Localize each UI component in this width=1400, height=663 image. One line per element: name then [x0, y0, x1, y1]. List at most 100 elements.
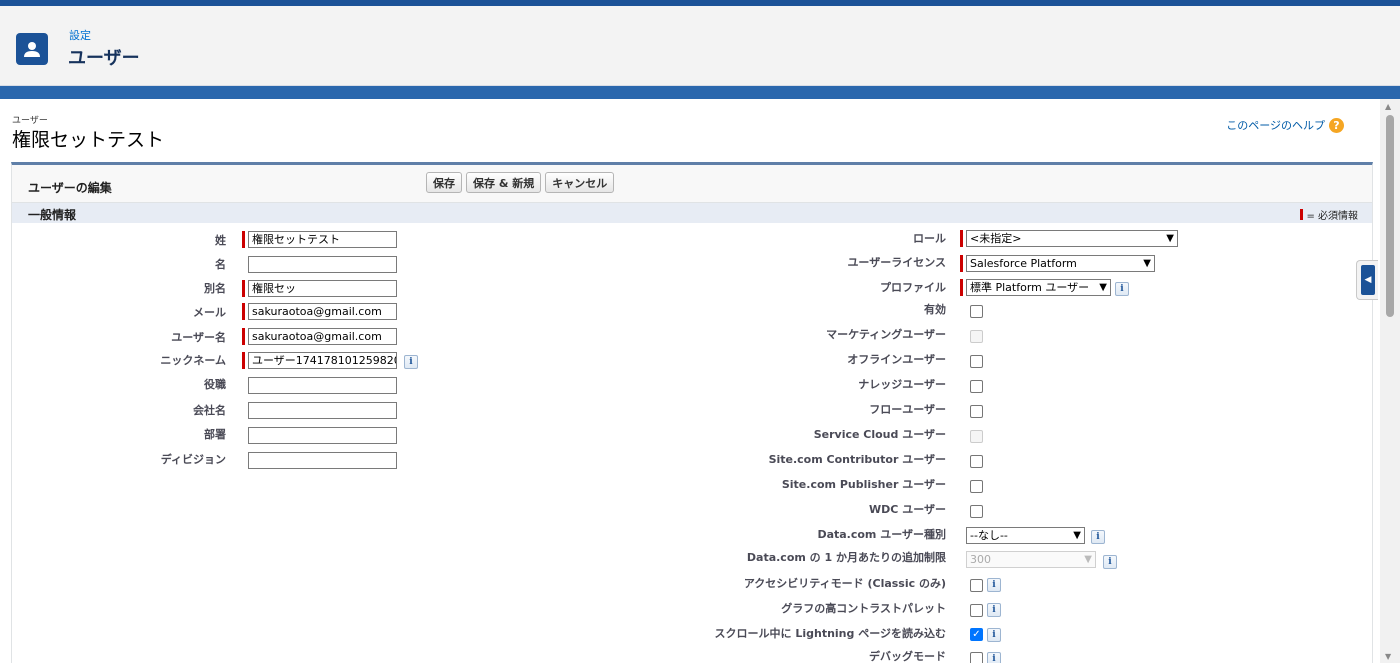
save-button[interactable]: 保存	[426, 172, 462, 193]
debug-mode-checkbox[interactable]	[970, 652, 983, 663]
last-name-label: 姓	[215, 234, 226, 247]
accessibility-mode-checkbox[interactable]	[970, 579, 983, 592]
required-marker	[242, 328, 245, 345]
service-cloud-user-checkbox	[970, 430, 983, 443]
required-marker	[1300, 209, 1304, 220]
info-icon[interactable]: i	[987, 628, 1001, 642]
datacom-limit-select-value: 300	[970, 553, 991, 566]
required-marker	[242, 303, 245, 320]
help-link-label[interactable]: このページのヘルプ	[1226, 117, 1325, 133]
required-legend: = 必須情報	[1300, 207, 1358, 222]
company-field[interactable]	[248, 402, 397, 419]
info-icon[interactable]: i	[987, 578, 1001, 592]
email-field[interactable]: sakuraotoa@gmail.com	[248, 303, 397, 320]
datacom-limit-label: Data.com の 1 か月あたりの追加制限	[746, 551, 946, 564]
info-icon[interactable]: i	[404, 355, 418, 369]
title-field[interactable]	[248, 377, 397, 394]
info-icon[interactable]: i	[1103, 555, 1117, 569]
role-label: ロール	[913, 232, 946, 245]
high-contrast-checkbox[interactable]	[970, 604, 983, 617]
info-icon[interactable]: i	[1115, 282, 1129, 296]
info-icon[interactable]: i	[987, 603, 1001, 617]
datacom-type-select-value: --なし--	[970, 529, 1008, 542]
username-label: ユーザー名	[171, 331, 226, 344]
required-legend-text: = 必須情報	[1306, 211, 1358, 222]
site-contributor-checkbox[interactable]	[970, 455, 983, 468]
marketing-user-label: マーケティングユーザー	[826, 328, 946, 341]
info-icon[interactable]: i	[1091, 530, 1105, 544]
section-title: 一般情報	[28, 208, 77, 222]
user-icon	[16, 33, 48, 65]
flow-user-label: フローユーザー	[869, 403, 946, 416]
department-field[interactable]	[248, 427, 397, 444]
department-label: 部署	[204, 428, 226, 441]
lightning-scroll-label: スクロール中に Lightning ページを読み込む	[714, 627, 947, 640]
save-new-button[interactable]: 保存 & 新規	[466, 172, 542, 193]
title-label: 役職	[204, 378, 226, 391]
chevron-down-icon: ▼	[1084, 554, 1092, 565]
scroll-down-icon[interactable]: ▼	[1385, 652, 1391, 661]
alias-label: 別名	[204, 282, 226, 295]
datacom-limit-select: 300 ▼	[966, 551, 1096, 568]
setup-header: 設定 ユーザー	[0, 6, 1400, 86]
active-checkbox[interactable]	[970, 305, 983, 318]
role-select-value: <未指定>	[970, 232, 1022, 245]
datacom-type-select[interactable]: --なし-- ▼	[966, 527, 1085, 544]
active-label: 有効	[924, 303, 946, 316]
side-panel-toggle[interactable]: ◀	[1356, 260, 1378, 300]
profile-select-value: 標準 Platform ユーザー	[970, 281, 1090, 294]
high-contrast-label: グラフの高コントラストパレット	[781, 602, 946, 615]
username-field[interactable]: sakuraotoa@gmail.com	[248, 328, 397, 345]
last-name-field[interactable]: 権限セットテスト	[248, 231, 397, 248]
alias-field[interactable]: 権限セッ	[248, 280, 397, 297]
knowledge-user-checkbox[interactable]	[970, 380, 983, 393]
chevron-down-icon: ▼	[1143, 258, 1151, 269]
flow-user-checkbox[interactable]	[970, 405, 983, 418]
info-icon[interactable]: i	[987, 652, 1001, 663]
help-link[interactable]: このページのヘルプ ?	[1226, 117, 1344, 133]
header-title: ユーザー	[68, 48, 140, 69]
scrollbar-thumb[interactable]	[1386, 115, 1394, 317]
chevron-down-icon: ▼	[1099, 282, 1107, 293]
required-marker	[242, 280, 245, 297]
profile-label: プロファイル	[880, 281, 946, 294]
service-cloud-user-label: Service Cloud ユーザー	[813, 428, 946, 441]
cancel-button[interactable]: キャンセル	[545, 172, 615, 193]
site-contributor-label: Site.com Contributor ユーザー	[768, 453, 946, 466]
header-wave	[0, 86, 1400, 99]
debug-mode-label: デバッグモード	[869, 650, 946, 663]
required-marker	[960, 279, 963, 296]
chevron-left-icon[interactable]: ◀	[1361, 265, 1375, 295]
division-field[interactable]	[248, 452, 397, 469]
license-select-value: Salesforce Platform	[970, 257, 1077, 270]
required-marker	[960, 230, 963, 247]
email-label: メール	[193, 306, 226, 319]
required-marker	[960, 255, 963, 272]
license-select[interactable]: Salesforce Platform ▼	[966, 255, 1155, 272]
panel-header: ユーザーの編集 保存 保存 & 新規 キャンセル	[12, 165, 1372, 203]
wdc-user-label: WDC ユーザー	[869, 503, 946, 516]
profile-select[interactable]: 標準 Platform ユーザー ▼	[966, 279, 1111, 296]
wdc-user-checkbox[interactable]	[970, 505, 983, 518]
site-publisher-checkbox[interactable]	[970, 480, 983, 493]
chevron-down-icon: ▼	[1073, 530, 1081, 541]
panel-title: ユーザーの編集	[28, 181, 112, 195]
first-name-field[interactable]	[248, 256, 397, 273]
vertical-scrollbar[interactable]: ▲ ▼	[1380, 99, 1400, 663]
scroll-up-icon[interactable]: ▲	[1385, 102, 1391, 111]
page-title: 権限セットテスト	[12, 129, 165, 151]
help-icon[interactable]: ?	[1329, 117, 1344, 133]
accessibility-mode-label: アクセシビリティモード (Classic のみ)	[743, 577, 946, 590]
first-name-label: 名	[215, 258, 226, 271]
license-label: ユーザーライセンス	[847, 256, 946, 269]
section-general-info: 一般情報 = 必須情報	[12, 203, 1372, 223]
offline-user-checkbox[interactable]	[970, 355, 983, 368]
role-select[interactable]: <未指定> ▼	[966, 230, 1178, 247]
company-label: 会社名	[193, 404, 226, 417]
required-marker	[242, 231, 245, 248]
nickname-label: ニックネーム	[160, 354, 226, 367]
breadcrumb-setup[interactable]: 設定	[69, 27, 91, 43]
nickname-field[interactable]: ユーザー174178101259820	[248, 352, 397, 369]
datacom-type-label: Data.com ユーザー種別	[817, 528, 946, 541]
lightning-scroll-checkbox[interactable]: ✓	[970, 628, 983, 641]
